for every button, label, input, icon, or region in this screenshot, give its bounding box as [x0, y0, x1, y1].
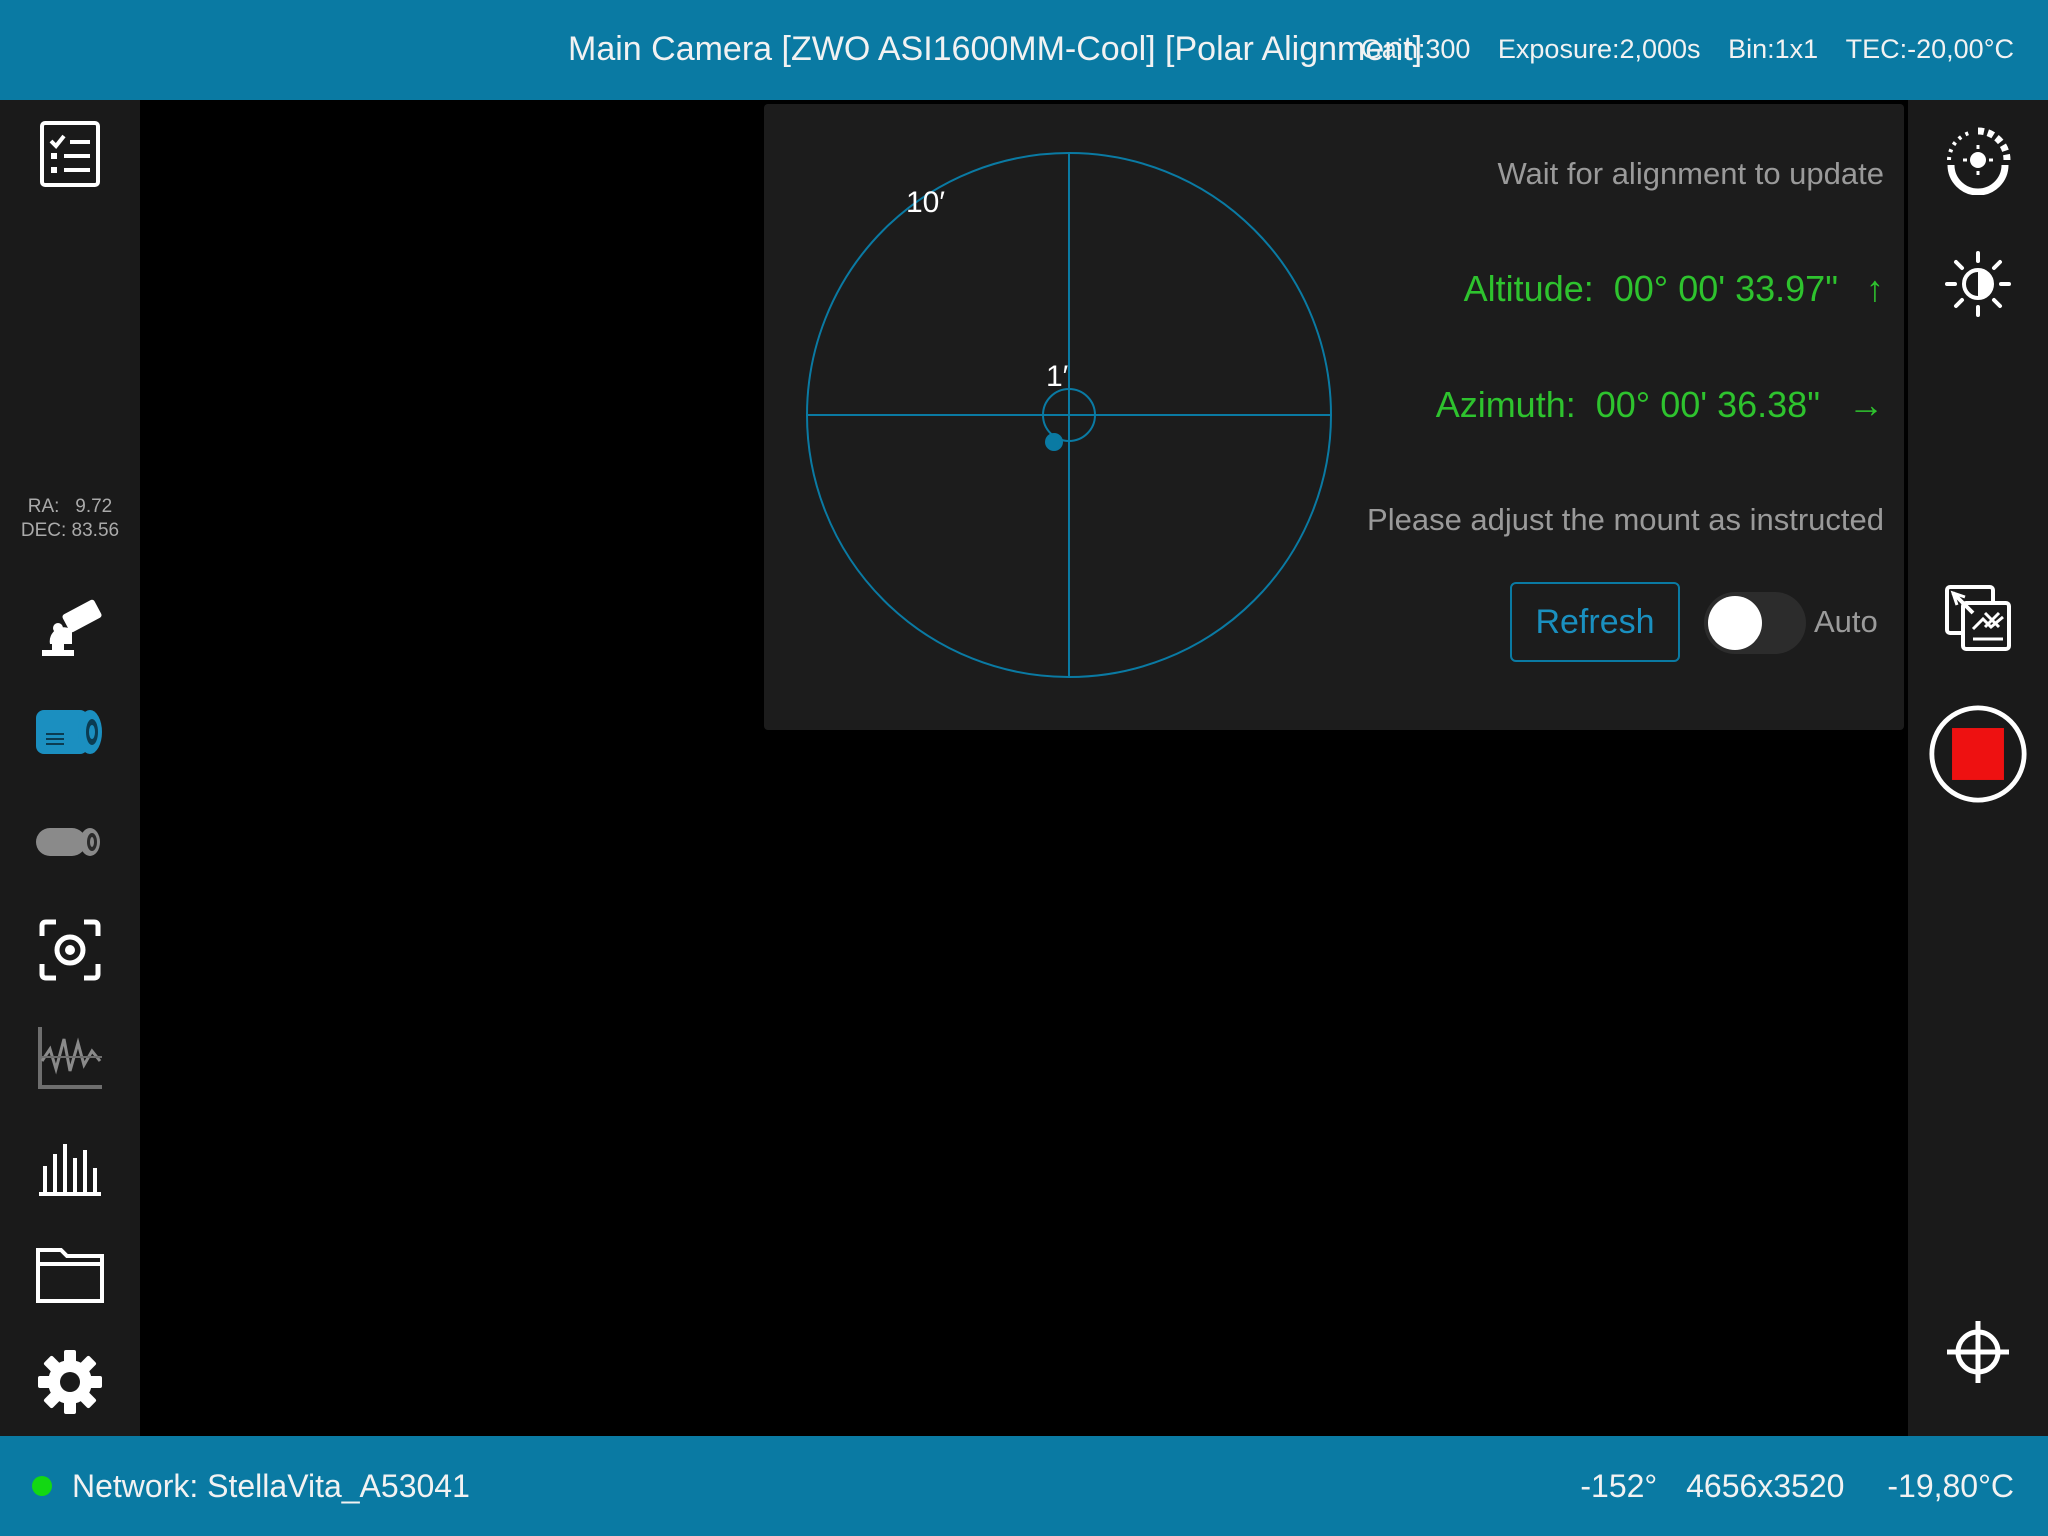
settings-icon[interactable]	[30, 1342, 110, 1422]
camera-title: Main Camera [ZWO ASI1600MM-Cool] [Polar …	[568, 30, 1423, 68]
right-sidebar	[1908, 100, 2048, 1436]
instruction-text: Please adjust the mount as instructed	[1367, 502, 1884, 537]
ra-readout: RA: 9.72	[27, 496, 113, 517]
arrow-up-icon: ↑	[1866, 268, 1884, 309]
polar-alignment-panel: 10′ 1′ Wait for alignment to update Alti…	[764, 104, 1904, 730]
network-name: Network: StellaVita_A53041	[72, 1468, 470, 1504]
auto-toggle[interactable]	[1704, 592, 1806, 654]
stop-capture-button[interactable]	[1928, 704, 2028, 804]
checklist-icon[interactable]	[30, 114, 110, 194]
brightness-icon[interactable]	[1938, 244, 2018, 324]
image-overlay-icon[interactable]	[1938, 578, 2018, 658]
guiding-graph-icon[interactable]	[30, 1018, 110, 1098]
top-bar: Main Camera [ZWO ASI1600MM-Cool] [Polar …	[0, 0, 2048, 100]
histogram-icon[interactable]	[30, 1126, 110, 1206]
telescope-mount-icon[interactable]	[30, 588, 110, 668]
inner-ring-label: 1′	[1046, 360, 1069, 393]
gain-value: Gain:300	[1360, 34, 1471, 64]
crosshair-icon[interactable]	[1938, 1312, 2018, 1392]
wait-status-text: Wait for alignment to update	[1497, 156, 1884, 191]
altitude-label: Altitude:	[1463, 268, 1594, 309]
sensor-temperature: -19,80°C	[1887, 1468, 2014, 1504]
refresh-button[interactable]: Refresh	[1510, 582, 1680, 662]
status-bar: Network: StellaVita_A53041 -152° 4656x35…	[0, 1436, 2048, 1536]
main-camera-icon[interactable]	[30, 692, 110, 772]
tec-value: TEC:-20,00°C	[1845, 34, 2014, 64]
folder-icon[interactable]	[30, 1234, 110, 1314]
dec-readout: DEC: 83.56	[20, 520, 120, 541]
auto-label: Auto	[1814, 604, 1878, 639]
azimuth-value: 00° 00' 36.38"	[1595, 384, 1820, 425]
bin-value: Bin:1x1	[1728, 34, 1819, 64]
status-readouts: -152° 4656x3520 -19,80°C	[1546, 1468, 2014, 1505]
azimuth-readout: Azimuth: 00° 00' 36.38" →	[1436, 384, 1884, 426]
rotation-angle: -152°	[1580, 1468, 1658, 1504]
azimuth-label: Azimuth:	[1435, 384, 1576, 425]
network-status-indicator	[32, 1476, 52, 1496]
altitude-readout: Altitude: 00° 00' 33.97" ↑	[1464, 268, 1884, 310]
arrow-right-icon: →	[1848, 384, 1884, 425]
exposure-value: Exposure:2,000s	[1497, 34, 1701, 64]
stop-icon	[1952, 728, 2004, 780]
focus-icon[interactable]	[30, 910, 110, 990]
pole-position-marker	[1045, 433, 1063, 451]
outer-ring-label: 10′	[906, 186, 945, 219]
left-sidebar: RA: 9.72 DEC: 83.56	[0, 100, 140, 1436]
dew-heater-icon[interactable]	[1938, 120, 2018, 200]
camera-stats: Gain:300 Exposure:2,000s Bin:1x1 TEC:-20…	[1341, 34, 2014, 65]
guide-camera-icon[interactable]	[30, 802, 110, 882]
polar-alignment-reticle: 10′ 1′	[806, 152, 1332, 678]
altitude-value: 00° 00' 33.97"	[1613, 268, 1838, 309]
toggle-knob	[1708, 596, 1762, 650]
image-resolution: 4656x3520	[1686, 1468, 1845, 1504]
mount-coordinates: RA: 9.72 DEC: 83.56	[0, 495, 140, 543]
